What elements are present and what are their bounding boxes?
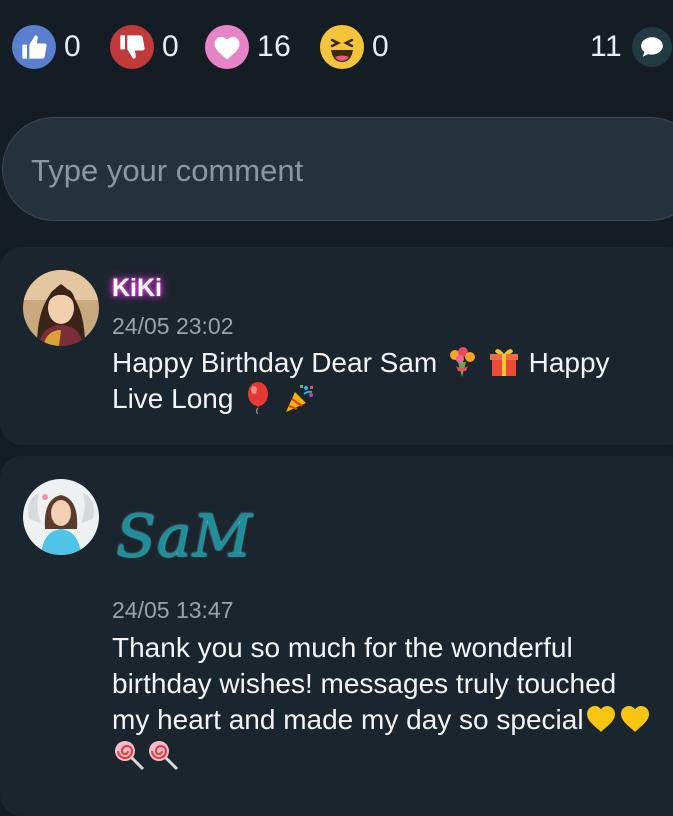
- love-count: 16: [257, 30, 292, 63]
- thumbs-up-icon[interactable]: [12, 25, 56, 69]
- bouquet-emoji-icon: [450, 347, 476, 377]
- comments-count: 11: [590, 30, 623, 63]
- comments-counter[interactable]: 11: [590, 25, 673, 69]
- lollipop-emoji-icon: [115, 741, 145, 771]
- avatar[interactable]: [23, 270, 99, 346]
- party-popper-emoji-icon: [286, 385, 313, 412]
- dislike-reaction[interactable]: 0: [110, 25, 179, 69]
- comment-username[interactable]: KiKi: [112, 274, 162, 303]
- laughing-face-icon[interactable]: [320, 25, 364, 69]
- comment-text-part: Thank you so much for the wonderful birt…: [112, 632, 617, 735]
- laugh-count: 0: [372, 30, 390, 63]
- like-count: 0: [64, 30, 82, 63]
- comment-timestamp: 24/05 23:02: [112, 313, 234, 339]
- laugh-reaction[interactable]: 0: [320, 25, 389, 69]
- comment-timestamp: 24/05 13:47: [112, 597, 234, 623]
- comment-username-text: SaM: [116, 502, 253, 570]
- heart-icon[interactable]: [205, 25, 249, 69]
- comment-text-part: Happy Birthday Dear Sam: [112, 347, 438, 378]
- comment-username[interactable]: SaM: [116, 500, 286, 580]
- yellow-heart-emoji-icon: [620, 706, 649, 732]
- reaction-bar: 0 0 16 0 11: [0, 0, 673, 92]
- love-reaction[interactable]: 16: [205, 25, 291, 69]
- comment-input-box[interactable]: [2, 117, 673, 221]
- comment-card: KiKi 24/05 23:02 Happy Birthday Dear Sam…: [0, 247, 673, 445]
- comment-bubble-icon[interactable]: [632, 27, 673, 67]
- lollipop-emoji-icon: [149, 741, 179, 771]
- yellow-heart-emoji-icon: [586, 706, 615, 732]
- comment-input[interactable]: [29, 148, 633, 194]
- gift-emoji-icon: [489, 349, 518, 376]
- comment-text: Thank you so much for the wonderful birt…: [112, 630, 657, 774]
- avatar[interactable]: [23, 479, 99, 555]
- dislike-count: 0: [162, 30, 180, 63]
- like-reaction[interactable]: 0: [12, 25, 81, 69]
- comment-card: SaM 24/05 13:47 Thank you so much for th…: [0, 456, 673, 816]
- thumbs-down-icon[interactable]: [110, 25, 154, 69]
- comment-text: Happy Birthday Dear Sam Happy Live Long: [112, 345, 657, 417]
- balloon-emoji-icon: [248, 382, 269, 414]
